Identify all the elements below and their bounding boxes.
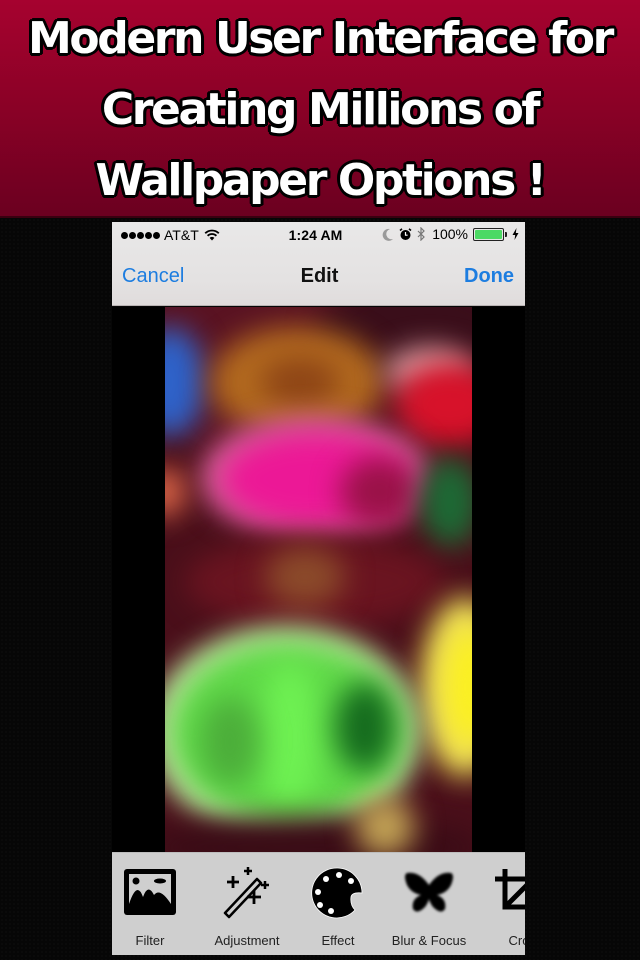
promo-banner: Modern User Interface for Creating Milli… (0, 0, 640, 218)
crop-icon (495, 869, 525, 910)
banner-headline-line-1: Modern User Interface for (28, 12, 614, 64)
moon-icon (382, 228, 394, 241)
bluetooth-icon (417, 227, 426, 241)
tool-crop[interactable]: Cro (474, 853, 525, 955)
tool-effect[interactable]: Effect (293, 853, 383, 955)
tool-label: Cro (508, 933, 525, 948)
image-landscape-icon (124, 869, 176, 915)
banner-headline-line-3: Wallpaper Options ! (95, 154, 547, 206)
tool-label: Effect (321, 933, 355, 948)
tool-label: Blur & Focus (391, 933, 467, 948)
tool-filter[interactable]: Filter (112, 853, 195, 955)
status-right: 100% (382, 226, 519, 242)
done-button[interactable]: Done (464, 265, 514, 288)
phone-header: AT&T 1:24 AM 100% Cancel Edit Done (112, 222, 525, 306)
charging-bolt-icon (512, 228, 519, 240)
tool-blur-focus[interactable]: Blur & Focus (384, 853, 474, 955)
tool-adjustment[interactable]: Adjustment (202, 853, 292, 955)
nav-bar: Cancel Edit Done (112, 248, 525, 306)
magic-wand-icon (223, 867, 269, 919)
palette-icon (311, 867, 363, 919)
tool-label: Adjustment (214, 933, 280, 948)
page-title: Edit (300, 265, 339, 287)
butterfly-icon (405, 872, 453, 912)
battery-icon (473, 227, 507, 241)
battery-fill (475, 229, 502, 239)
alarm-icon (399, 227, 412, 240)
edit-toolbar: Filter Adjustment Effect Blur & Focus Cr (112, 852, 525, 955)
battery-percent: 100% (432, 226, 468, 242)
tool-label: Filter (135, 933, 165, 948)
banner-headline-line-2: Creating Millions of (101, 83, 541, 135)
photo-canvas-area (112, 307, 525, 852)
photo-preview[interactable] (165, 307, 472, 852)
status-time: 1:24 AM (288, 227, 343, 243)
status-bar: AT&T 1:24 AM 100% (112, 222, 525, 248)
